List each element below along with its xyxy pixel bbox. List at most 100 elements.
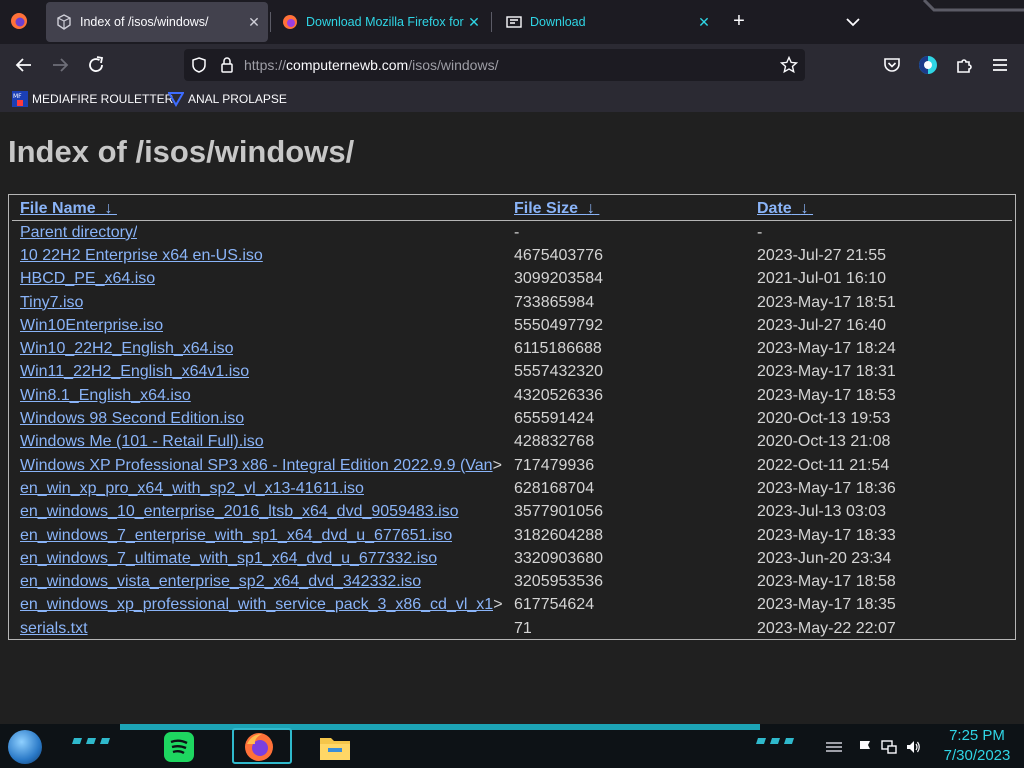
tab-label: Download <box>530 15 586 29</box>
tab-download[interactable]: Download ✕ <box>496 2 718 42</box>
table-row: 10 22H2 Enterprise x64 en-US.iso 46754037… <box>12 244 1012 267</box>
table-row: Tiny7.iso 733865984 2023-May-17 18:51 <box>12 291 1012 314</box>
file-explorer-icon[interactable] <box>318 730 352 764</box>
hamburger-menu-icon[interactable] <box>989 54 1011 76</box>
table-row: Win11_22H2_English_x64v1.iso 5557432320 20… <box>12 361 1012 384</box>
extensions-icon[interactable] <box>953 54 975 76</box>
mediafire-icon: MF <box>12 91 28 107</box>
volume-icon[interactable] <box>905 739 921 755</box>
bookmark-label: ANAL PROLAPSE <box>188 92 287 106</box>
file-date-cell: 2023-Jul-27 21:55 <box>757 246 886 264</box>
url-text[interactable]: https://computernewb.com/isos/windows/ <box>244 57 498 73</box>
file-size-cell: 4320526336 <box>514 386 603 404</box>
bookmark-icon <box>168 92 184 107</box>
file-date-cell: 2023-Jul-13 03:03 <box>757 503 886 521</box>
file-name-cell: Win10Enterprise.iso <box>12 314 506 337</box>
table-row: en_windows_10_enterprise_2016_ltsb_x64_d… <box>12 501 1012 524</box>
file-link[interactable]: 10 22H2 Enterprise x64 en-US.iso <box>20 247 263 265</box>
url-scheme: https:// <box>244 57 287 73</box>
reload-icon[interactable] <box>85 54 107 76</box>
file-link[interactable]: Win8.1_English_x64.iso <box>20 387 191 405</box>
file-link[interactable]: en_windows_7_enterprise_with_sp1_x64_dvd… <box>20 527 452 545</box>
column-header-size: File Size ↓ <box>506 198 749 221</box>
star-icon[interactable] <box>780 56 798 74</box>
file-link[interactable]: en_windows_10_enterprise_2016_ltsb_x64_d… <box>20 503 459 521</box>
address-bar[interactable]: https://computernewb.com/isos/windows/ <box>184 49 805 81</box>
tab-strip: Index of /isos/windows/ ✕ Download Mozil… <box>0 0 1024 44</box>
file-date-cell: 2023-May-17 18:36 <box>757 479 896 497</box>
file-date-cell: - <box>757 223 763 241</box>
table-row: serials.txt 71 2023-May-22 22:07 <box>12 617 1012 640</box>
bookmark-label: MEDIAFIRE ROULETTER <box>32 92 174 106</box>
back-arrow-icon[interactable] <box>13 54 35 76</box>
file-name-cell: Parent directory/ <box>12 221 506 245</box>
close-tab-icon[interactable]: ✕ <box>244 14 264 31</box>
page-icon <box>57 14 71 30</box>
file-link[interactable]: en_windows_7_ultimate_with_sp1_x64_dvd_u… <box>20 550 437 568</box>
file-date-cell: 2023-May-22 22:07 <box>757 619 896 637</box>
file-name-cell: Windows Me (101 - Retail Full).iso <box>12 431 506 454</box>
sort-by-size-link[interactable]: File Size ↓ <box>514 200 599 217</box>
window-frame-decoration <box>922 0 1024 12</box>
table-row: Win10Enterprise.iso 5550497792 2023-Jul-27… <box>12 314 1012 337</box>
file-name-cell: Win8.1_English_x64.iso <box>12 384 506 407</box>
file-link[interactable]: Windows Me (101 - Retail Full).iso <box>20 433 264 451</box>
tab-download-firefox[interactable]: Download Mozilla Firefox for W ✕ <box>272 2 488 42</box>
url-path: /isos/windows/ <box>408 57 499 73</box>
file-size-cell: 717479936 <box>514 456 595 474</box>
shield-icon[interactable] <box>190 56 208 74</box>
file-date-cell: 2020-Oct-13 21:08 <box>757 433 891 451</box>
new-tab-button[interactable]: + <box>728 10 750 33</box>
clock-date: 7/30/2023 <box>943 747 1011 764</box>
file-link[interactable]: serials.txt <box>20 620 88 638</box>
chevron-down-icon[interactable] <box>843 12 863 32</box>
pocket-icon[interactable] <box>881 54 903 76</box>
show-hidden-icons-icon[interactable] <box>824 739 844 755</box>
system-clock[interactable]: 7:25 PM 7/30/2023 <box>934 726 1020 766</box>
network-icon[interactable] <box>881 739 897 755</box>
file-link[interactable]: Win11_22H2_English_x64v1.iso <box>20 363 249 381</box>
file-link[interactable]: Windows 98 Second Edition.iso <box>20 410 244 428</box>
file-listing-table: File Name ↓ File Size ↓ Date ↓ Parent di… <box>8 194 1016 640</box>
file-link[interactable]: Win10Enterprise.iso <box>20 317 163 335</box>
table-row: HBCD_PE_x64.iso 3099203584 2021-Jul-01 16:… <box>12 268 1012 291</box>
tab-index-of-isos[interactable]: Index of /isos/windows/ ✕ <box>46 2 268 42</box>
file-link[interactable]: Parent directory/ <box>20 224 137 242</box>
taskbar-accent-band <box>120 724 760 730</box>
file-name-cell: serials.txt <box>12 617 506 640</box>
action-center-flag-icon[interactable] <box>857 739 873 755</box>
file-date-cell: 2023-May-17 18:51 <box>757 293 896 311</box>
close-tab-icon[interactable]: ✕ <box>694 14 714 31</box>
file-size-cell: 6115186688 <box>514 340 602 358</box>
file-link[interactable]: Win10_22H2_English_x64.iso <box>20 340 233 358</box>
file-link[interactable]: Tiny7.iso <box>20 294 83 312</box>
file-link[interactable]: en_windows_vista_enterprise_sp2_x64_dvd_… <box>20 573 421 591</box>
file-date-cell: 2023-Jul-27 16:40 <box>757 316 886 334</box>
close-tab-icon[interactable]: ✕ <box>464 14 484 31</box>
bookmark-mediafire-rouletter[interactable]: MF MEDIAFIRE ROULETTER <box>12 89 173 109</box>
bookmark-anal-prolapse[interactable]: ANAL PROLAPSE <box>168 89 287 109</box>
column-header-label: File Name <box>20 200 96 217</box>
decorative-chevrons <box>756 738 794 744</box>
file-link[interactable]: HBCD_PE_x64.iso <box>20 270 155 288</box>
tab-separator <box>270 12 271 32</box>
start-button[interactable] <box>8 730 42 764</box>
file-name-cell: en_windows_xp_professional_with_service_… <box>12 594 506 617</box>
spotify-icon[interactable] <box>162 730 196 764</box>
sort-arrow-icon: ↓ <box>800 200 809 217</box>
table-row: Win8.1_English_x64.iso 4320526336 2023-May… <box>12 384 1012 407</box>
table-row: en_win_xp_pro_x64_with_sp2_vl_x13-41611.… <box>12 477 1012 500</box>
firefox-menu-icon[interactable] <box>10 12 28 30</box>
file-link[interactable]: en_win_xp_pro_x64_with_sp2_vl_x13-41611.… <box>20 480 364 498</box>
file-size-cell: 733865984 <box>514 293 595 311</box>
table-row: en_windows_7_enterprise_with_sp1_x64_dvd… <box>12 524 1012 547</box>
file-link[interactable]: en_windows_xp_professional_with_service_… <box>20 596 493 614</box>
truncation-marker: > <box>493 596 503 614</box>
sort-by-date-link[interactable]: Date ↓ <box>757 200 813 217</box>
forward-arrow-icon[interactable] <box>49 54 71 76</box>
file-link[interactable]: Windows XP Professional SP3 x86 - Integr… <box>20 457 493 475</box>
sort-by-name-link[interactable]: File Name ↓ <box>20 200 117 217</box>
lock-icon[interactable] <box>218 56 236 74</box>
firefox-icon[interactable] <box>242 730 276 764</box>
dark-reader-icon[interactable] <box>917 54 939 76</box>
